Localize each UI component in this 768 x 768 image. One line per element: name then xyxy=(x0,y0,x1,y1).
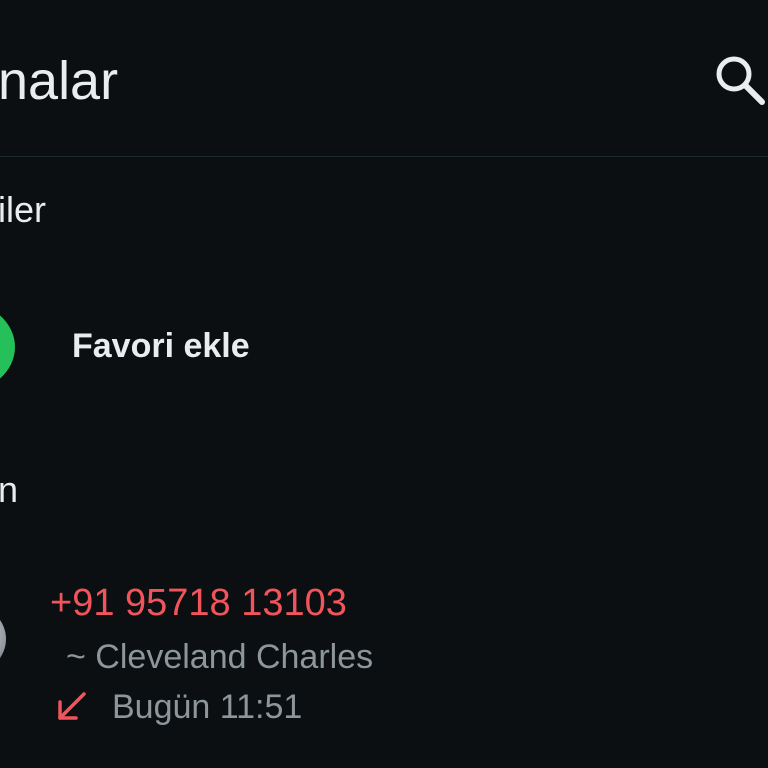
recent-section-heading: n xyxy=(0,469,19,510)
app-header: nalar xyxy=(0,0,768,157)
add-favorite-avatar xyxy=(0,302,15,392)
call-time: Bugün 11:51 xyxy=(112,688,303,726)
add-favorite-label: Favori ekle xyxy=(72,327,250,365)
call-contact-name: ~ Cleveland Charles xyxy=(66,638,374,676)
missed-incoming-arrow-icon xyxy=(54,690,88,724)
contact-avatar[interactable] xyxy=(0,606,6,672)
call-number: +91 95718 13103 xyxy=(50,582,347,624)
page-title: nalar xyxy=(0,51,119,111)
search-button[interactable] xyxy=(710,50,768,108)
call-log-item[interactable]: +91 95718 13103 ~ Cleveland Charles Bugü… xyxy=(0,570,768,740)
add-favorite-row[interactable]: Favori ekle xyxy=(0,294,768,402)
search-icon xyxy=(716,56,765,105)
calls-screen: nalar iler Favori ekle n +91 95718 13103… xyxy=(0,0,768,768)
favorites-section-heading: iler xyxy=(0,189,47,230)
